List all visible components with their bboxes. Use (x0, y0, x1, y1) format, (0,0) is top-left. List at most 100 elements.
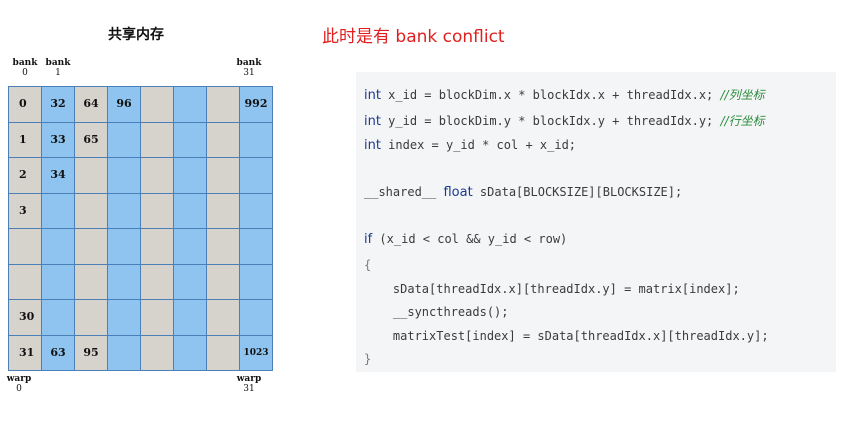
grid-cell (206, 192, 240, 229)
code-token: //列坐标 (720, 88, 765, 102)
grid-cell (206, 299, 240, 336)
grid-cell (8, 228, 42, 265)
grid-cell: 64 (74, 86, 108, 123)
code-token: matrixTest[index] = sData[threadIdx.x][t… (364, 329, 769, 343)
diagram-title: 共享内存 (108, 27, 164, 43)
code-line: if (x_id < col && y_id < row) (364, 232, 567, 247)
grid-cell (107, 334, 141, 371)
code-token: } (364, 352, 372, 366)
grid-cell (8, 263, 42, 300)
grid-cell (107, 263, 141, 300)
shared-memory-grid: 0 32 64 96 992 1 33 65 2 34 3 30 31 63 95 1023 (8, 86, 273, 371)
grid-cell (107, 299, 141, 336)
grid-cell (173, 299, 207, 336)
bank-label-1-num: 1 (55, 68, 61, 78)
code-line: int y_id = blockDim.y * blockIdx.y + thr… (364, 112, 765, 129)
grid-cell: 0 (8, 86, 42, 123)
grid-cell: 96 (107, 86, 141, 123)
bank-label-31-num: 31 (243, 68, 255, 78)
headline: 此时是有 bank conflict (322, 27, 505, 47)
grid-cell (173, 334, 207, 371)
code-token: int (364, 138, 381, 153)
bank-label-0: bank 0 (10, 58, 40, 78)
code-line: } (364, 352, 371, 366)
code-line: { (364, 258, 371, 272)
bank-label-0-text: bank (12, 58, 38, 68)
bank-label-1-text: bank (45, 58, 71, 68)
code-token: float (443, 185, 473, 200)
bank-label-0-num: 0 (22, 68, 28, 78)
grid-cell (140, 334, 174, 371)
grid-cell: 3 (8, 192, 42, 229)
code-token: //行坐标 (720, 114, 765, 128)
code-token: if (364, 232, 373, 247)
grid-cell (74, 192, 108, 229)
code-line: __shared__ float sData[BLOCKSIZE][BLOCKS… (364, 185, 682, 200)
grid-cell (140, 299, 174, 336)
code-block: int x_id = blockDim.x * blockIdx.x + thr… (356, 72, 836, 372)
grid-cell (74, 299, 108, 336)
grid-cell (140, 192, 174, 229)
warp-label-0-num: 0 (16, 384, 22, 394)
grid-cell: 34 (41, 157, 75, 194)
grid-cell (41, 228, 75, 265)
code-token: x_id = blockDim.x * blockIdx.x + threadI… (380, 88, 721, 102)
code-line: sData[threadIdx.x][threadIdx.y] = matrix… (364, 282, 740, 296)
grid-cell (107, 192, 141, 229)
grid-cell (41, 299, 75, 336)
code-line: __syncthreads(); (364, 305, 509, 319)
grid-cell (206, 121, 240, 158)
grid-cell: 30 (8, 299, 42, 336)
grid-cell (206, 157, 240, 194)
code-token: int (364, 114, 381, 129)
warp-label-0: warp 0 (4, 374, 34, 394)
grid-cell (140, 228, 174, 265)
grid-cell (206, 228, 240, 265)
warp-label-31-num: 31 (243, 384, 255, 394)
grid-cell (140, 263, 174, 300)
grid-cell (107, 228, 141, 265)
grid-cell (173, 86, 207, 123)
warp-label-0-text: warp (6, 374, 32, 384)
grid-cell (239, 228, 273, 265)
grid-cell: 31 (8, 334, 42, 371)
grid-cell: 1 (8, 121, 42, 158)
grid-cell: 2 (8, 157, 42, 194)
grid-cell (140, 157, 174, 194)
code-token: __shared__ (364, 185, 444, 199)
grid-cell (41, 263, 75, 300)
grid-cell (74, 263, 108, 300)
grid-cell: 33 (41, 121, 75, 158)
code-line: int index = y_id * col + x_id; (364, 138, 576, 153)
grid-cell (173, 157, 207, 194)
bank-label-31: bank 31 (234, 58, 264, 78)
code-token: index = y_id * col + x_id; (380, 138, 577, 152)
grid-cell (107, 157, 141, 194)
grid-cell: 65 (74, 121, 108, 158)
grid-cell (206, 334, 240, 371)
grid-cell: 32 (41, 86, 75, 123)
grid-cell (239, 299, 273, 336)
bank-label-31-text: bank (236, 58, 262, 68)
grid-cell (173, 263, 207, 300)
grid-cell (239, 121, 273, 158)
code-line: int x_id = blockDim.x * blockIdx.x + thr… (364, 86, 765, 103)
code-token: int (364, 88, 381, 103)
grid-cell: 1023 (239, 334, 273, 371)
code-token: { (364, 258, 372, 272)
grid-cell (140, 121, 174, 158)
grid-cell (239, 192, 273, 229)
code-token: sData[BLOCKSIZE][BLOCKSIZE]; (472, 185, 683, 199)
grid-cell: 95 (74, 334, 108, 371)
warp-label-31-text: warp (236, 374, 262, 384)
code-token: y_id = blockDim.y * blockIdx.y + threadI… (380, 114, 721, 128)
grid-cell (41, 192, 75, 229)
code-token: (x_id < col && y_id < row) (372, 232, 568, 246)
bank-label-1: bank 1 (43, 58, 73, 78)
grid-cell (107, 121, 141, 158)
warp-label-31: warp 31 (234, 374, 264, 394)
grid-cell: 992 (239, 86, 273, 123)
grid-cell (239, 263, 273, 300)
grid-cell (173, 121, 207, 158)
grid-cell (173, 228, 207, 265)
